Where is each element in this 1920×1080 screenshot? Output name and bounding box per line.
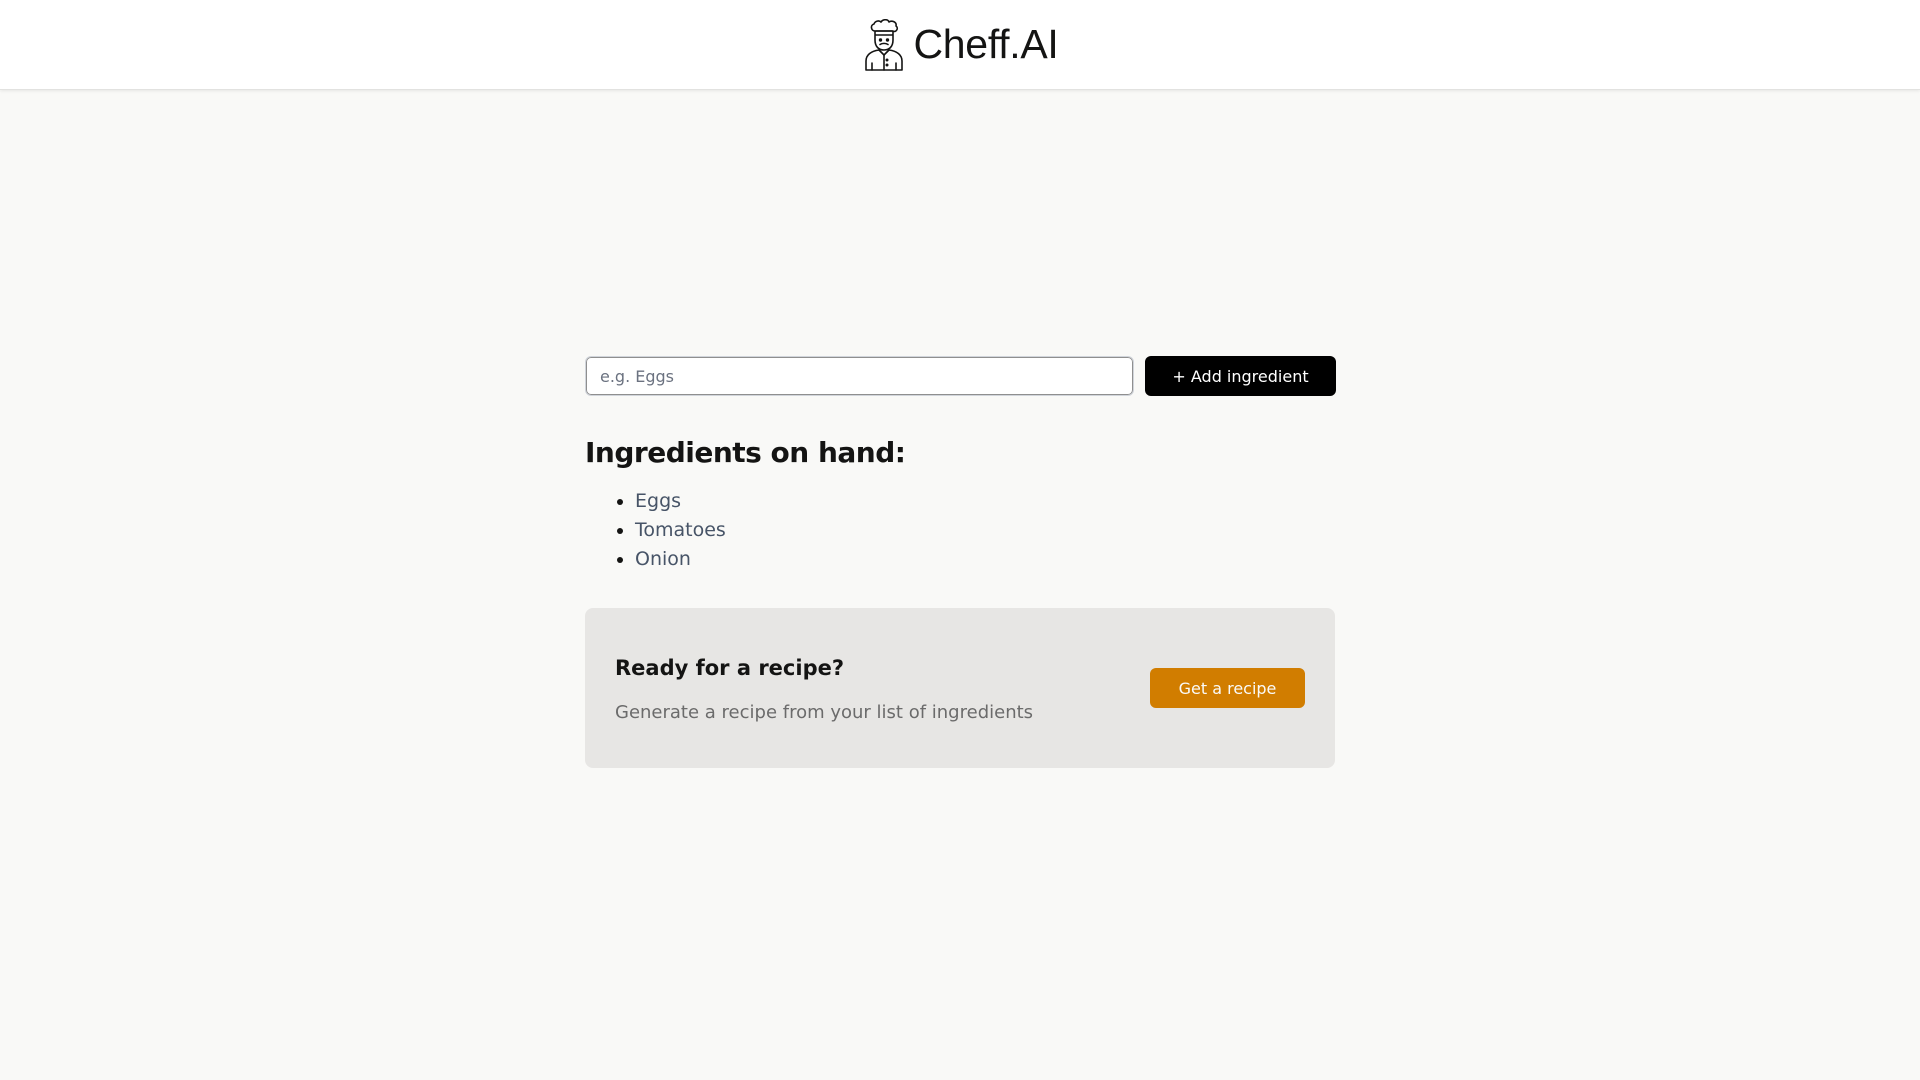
recipe-card-text: Ready for a recipe? Generate a recipe fr… bbox=[615, 654, 1033, 723]
ingredient-input[interactable] bbox=[585, 356, 1134, 396]
get-recipe-card: Ready for a recipe? Generate a recipe fr… bbox=[585, 608, 1335, 768]
add-ingredient-form: + Add ingredient bbox=[585, 356, 1336, 396]
recipe-card-subtitle: Generate a recipe from your list of ingr… bbox=[615, 701, 1034, 723]
ingredients-heading: Ingredients on hand: bbox=[585, 436, 906, 469]
chef-icon bbox=[864, 18, 903, 71]
brand: Cheff.AI bbox=[862, 18, 1059, 71]
app-header: Cheff.AI bbox=[0, 0, 1920, 90]
get-recipe-button[interactable]: Get a recipe bbox=[1150, 668, 1305, 708]
recipe-card-title: Ready for a recipe? bbox=[615, 655, 845, 680]
add-ingredient-button[interactable]: + Add ingredient bbox=[1145, 356, 1336, 396]
ingredient-list: Eggs Tomatoes Onion bbox=[585, 487, 1335, 574]
brand-name: Cheff.AI bbox=[913, 21, 1059, 67]
ingredient-item: Eggs bbox=[635, 487, 1335, 516]
ingredient-item: Onion bbox=[635, 545, 1335, 574]
ingredient-item: Tomatoes bbox=[635, 516, 1335, 545]
main-content: + Add ingredient Ingredients on hand: Eg… bbox=[585, 356, 1336, 768]
